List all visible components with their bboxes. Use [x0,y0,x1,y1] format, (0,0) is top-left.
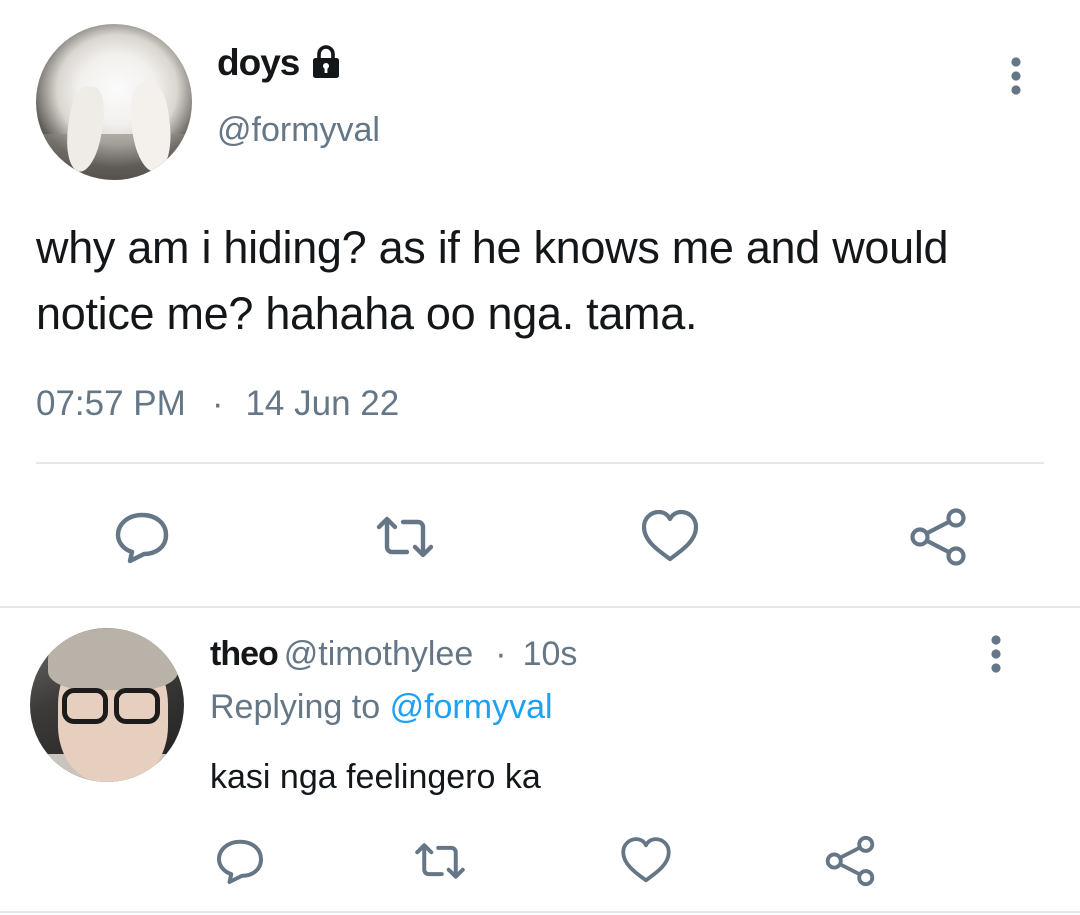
like-button[interactable] [618,833,674,889]
reply-handle[interactable]: @timothylee [284,635,473,673]
heart-icon [621,837,671,883]
more-options-icon[interactable] [982,634,1010,674]
author-display-name[interactable]: doys [217,42,300,84]
meta-separator: · [495,635,507,673]
reply-text: kasi nga feelingero ka [210,758,541,796]
tweet-date: 14 Jun 22 [245,384,400,423]
more-options-icon[interactable] [1002,56,1030,96]
reply-button[interactable] [212,833,268,889]
meta-separator: · [211,384,224,423]
tweet-timestamp: 07:57 PM · 14 Jun 22 [36,384,399,424]
retweet-button[interactable] [373,505,437,569]
comment-bubble-icon [216,839,264,885]
avatar[interactable] [30,628,184,782]
comment-bubble-icon [115,512,169,564]
tweet-time: 07:57 PM [36,384,186,423]
share-button[interactable] [906,505,970,569]
like-button[interactable] [638,505,702,569]
share-icon [910,508,966,566]
retweet-icon [376,516,434,558]
main-tweet: doys @formyval why am i hiding? as if he… [0,0,1080,607]
tweet-text: why am i hiding? as if he knows me and w… [36,222,949,339]
reply-display-name[interactable]: theo [210,635,279,673]
heart-icon [641,509,699,562]
reply-actions [0,833,1080,893]
reply-button[interactable] [110,505,174,569]
reply-header: theo @timothylee · 10s [210,635,577,674]
share-icon [825,835,875,887]
mention-link[interactable]: @formyval [390,688,553,726]
avatar[interactable] [36,24,192,180]
author-handle[interactable]: @formyval [217,111,380,150]
replying-label: Replying to [210,688,381,726]
retweet-icon [415,843,465,879]
lock-icon [307,44,345,80]
retweet-button[interactable] [412,833,468,889]
reply-tweet[interactable]: theo @timothylee · 10s Replying to @formyva… [0,608,1080,915]
replying-to: Replying to @formyval [210,688,553,727]
reply-timestamp[interactable]: 10s [523,635,578,673]
share-button[interactable] [822,833,878,889]
tweet-actions [0,505,1080,569]
divider [36,462,1044,464]
divider [0,911,1080,913]
